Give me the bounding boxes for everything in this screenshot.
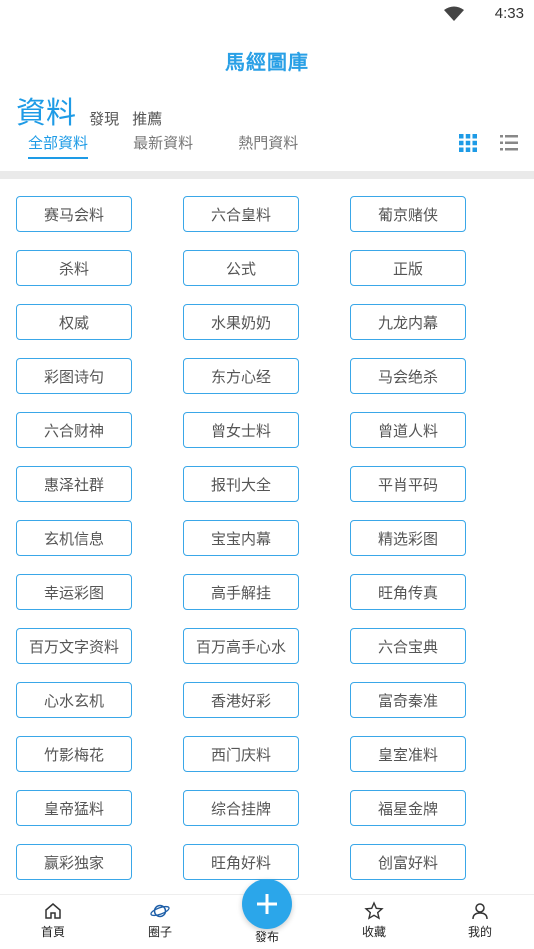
nav-home-label: 首頁 [40,925,65,939]
category-button[interactable]: 皇帝猛料 [16,790,132,826]
category-button[interactable]: 赛马会料 [16,196,132,232]
app-title: 馬經圖庫 [225,50,309,74]
category-button[interactable]: 公式 [183,250,299,286]
discover-link[interactable]: 發現 [89,110,119,128]
publish-label: 發布 [254,930,279,944]
category-button[interactable]: 马会绝杀 [350,358,466,394]
category-button[interactable]: 六合宝典 [350,628,466,664]
category-button[interactable]: 报刊大全 [183,466,299,502]
nav-home[interactable]: 首頁 [13,901,93,940]
category-button[interactable]: 平肖平码 [350,466,466,502]
category-button[interactable]: 惠泽社群 [16,466,132,502]
tab-latest[interactable]: 最新資料 [133,132,193,157]
category-button[interactable]: 富奇秦准 [350,682,466,718]
category-button[interactable]: 六合财神 [16,412,132,448]
category-button[interactable]: 水果奶奶 [183,304,299,340]
category-button[interactable]: 旺角好料 [183,844,299,880]
nav-mine-label: 我的 [467,925,492,939]
nav-circle-label: 圈子 [147,925,172,939]
category-button[interactable]: 东方心经 [183,358,299,394]
category-button[interactable]: 西门庆料 [183,736,299,772]
tab-all[interactable]: 全部資料 [28,132,89,159]
tab-bar: 全部資料 最新資料 熱門資料 [28,132,338,162]
page-header: 資料 發現 推薦 [16,88,162,131]
star-icon [364,901,384,920]
category-button[interactable]: 九龙内幕 [350,304,466,340]
category-button[interactable]: 百万文字资料 [16,628,132,664]
category-button[interactable]: 福星金牌 [350,790,466,826]
category-button[interactable]: 幸运彩图 [16,574,132,610]
category-button[interactable]: 曾道人料 [350,412,466,448]
page-title: 資料 [16,96,76,131]
recommend-link[interactable]: 推薦 [132,110,162,128]
list-view-icon[interactable] [500,134,518,152]
category-button[interactable]: 曾女士料 [183,412,299,448]
category-button[interactable]: 心水玄机 [16,682,132,718]
tab-popular[interactable]: 熱門資料 [238,132,298,157]
status-bar: 4:33 [0,0,534,30]
category-button[interactable]: 竹影梅花 [16,736,132,772]
category-button[interactable]: 正版 [350,250,466,286]
category-button[interactable]: 综合挂牌 [183,790,299,826]
category-button[interactable]: 高手解挂 [183,574,299,610]
category-button[interactable]: 杀料 [16,250,132,286]
user-icon [472,903,488,920]
category-button[interactable]: 宝宝内幕 [183,520,299,556]
status-time: 4:33 [494,5,524,22]
category-button[interactable]: 百万高手心水 [183,628,299,664]
bottom-nav: 首頁 圈子 發布 收藏 我的 [0,879,534,949]
home-icon [45,903,61,919]
nav-favorites[interactable]: 收藏 [334,901,414,940]
publish-button[interactable] [242,879,292,929]
section-divider [0,171,534,179]
category-button[interactable]: 香港好彩 [183,682,299,718]
wifi-icon [444,6,464,21]
category-button[interactable]: 皇室准料 [350,736,466,772]
category-button[interactable]: 权威 [16,304,132,340]
nav-circle[interactable]: 圈子 [120,901,200,940]
grid-view-icon[interactable] [459,134,477,152]
plus-icon [257,894,277,914]
nav-mine[interactable]: 我的 [440,901,520,940]
category-button[interactable]: 彩图诗句 [16,358,132,394]
planet-icon [150,904,170,918]
category-button[interactable]: 精选彩图 [350,520,466,556]
category-button[interactable]: 创富好料 [350,844,466,880]
category-button[interactable]: 旺角传真 [350,574,466,610]
category-button[interactable]: 赢彩独家 [16,844,132,880]
category-button[interactable]: 玄机信息 [16,520,132,556]
category-button[interactable]: 六合皇料 [183,196,299,232]
nav-favorites-label: 收藏 [361,925,386,939]
category-button[interactable]: 葡京赌侠 [350,196,466,232]
